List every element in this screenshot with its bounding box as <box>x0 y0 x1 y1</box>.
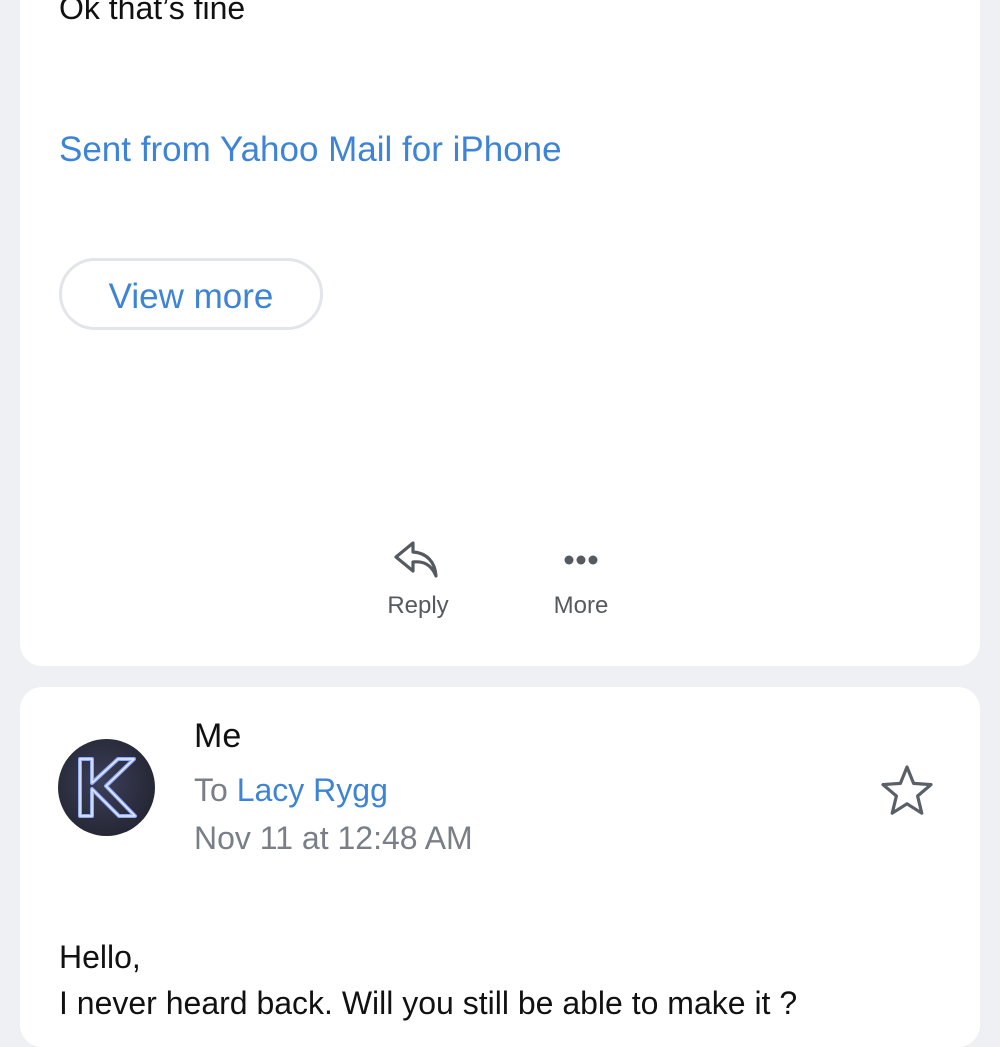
avatar-letter-k-image <box>78 757 137 818</box>
recipient-name-link[interactable]: Lacy Rygg <box>237 772 388 808</box>
avatar[interactable] <box>58 739 155 836</box>
reply-icon <box>394 541 438 578</box>
message-body-line-1: Hello, <box>59 939 141 975</box>
more-button[interactable]: More <box>516 536 646 636</box>
message-card-current: Me To Lacy Rygg Nov 11 at 12:48 AM Hello… <box>20 687 980 1047</box>
message-timestamp: Nov 11 at 12:48 AM <box>194 820 473 856</box>
sender-name: Me <box>194 717 242 755</box>
star-icon[interactable] <box>876 761 938 823</box>
reply-button[interactable]: Reply <box>353 536 483 636</box>
message-body-line-2: I never heard back. Will you still be ab… <box>59 985 798 1021</box>
signature-link[interactable]: Sent from Yahoo Mail for iPhone <box>59 130 562 170</box>
view-more-button[interactable]: View more <box>59 258 323 330</box>
recipient-line: To Lacy Rygg <box>194 772 388 809</box>
more-label: More <box>553 592 609 619</box>
reply-label: Reply <box>387 592 449 619</box>
message-body-text: Ok that’s fine <box>59 0 246 26</box>
message-card-previous: Ok that’s fine Sent from Yahoo Mail for … <box>20 0 980 666</box>
more-dots-icon <box>564 555 598 565</box>
recipient-prefix: To <box>194 772 228 808</box>
